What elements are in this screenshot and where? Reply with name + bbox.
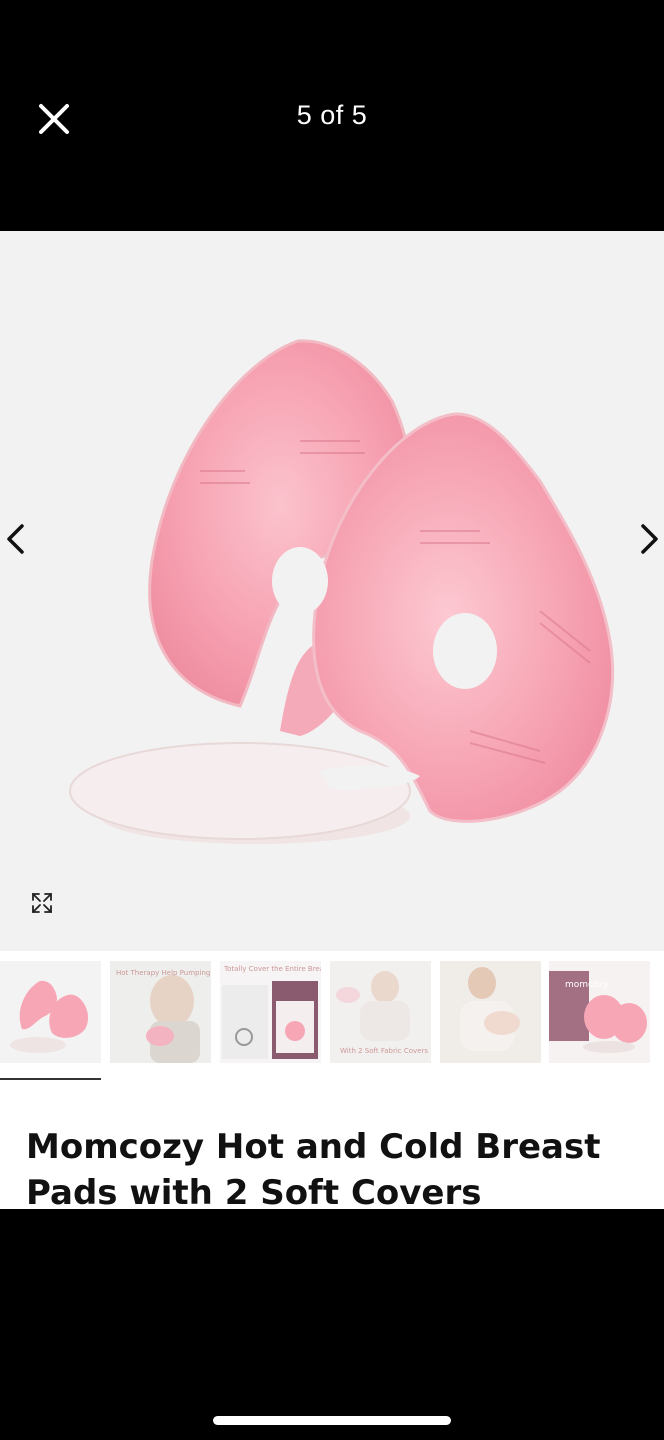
- thumbnail-pads-and-covers[interactable]: [0, 961, 101, 1063]
- thumbnail-momcozy-package[interactable]: momcozy: [549, 961, 650, 1063]
- viewer-header: 5 of 5: [0, 0, 664, 231]
- main-product-image[interactable]: [0, 231, 664, 951]
- home-indicator[interactable]: [213, 1416, 451, 1425]
- previous-image-button[interactable]: [0, 517, 33, 561]
- product-content: Hot Therapy Help Pumping Totally Cover t…: [0, 231, 664, 1209]
- next-image-button[interactable]: [632, 517, 664, 561]
- breast-pads-illustration: [69, 339, 614, 844]
- thumbnail-image: momcozy: [549, 961, 650, 1063]
- thumbnail-strip: Hot Therapy Help Pumping Totally Cover t…: [0, 961, 664, 1081]
- thumbnail-image: [10, 980, 89, 1053]
- chevron-left-icon: [7, 524, 24, 554]
- chevron-right-icon: [641, 524, 658, 554]
- expand-image-button[interactable]: [26, 887, 58, 919]
- thumbnail-image: [440, 961, 541, 1063]
- thumbnail-soft-fabric-covers[interactable]: With 2 Soft Fabric Covers: [330, 961, 431, 1063]
- thumbnail-mother-with-baby[interactable]: [440, 961, 541, 1063]
- expand-icon: [32, 893, 52, 913]
- thumbnail-image: Totally Cover the Entire Breast: [220, 961, 321, 1063]
- thumbnail-totally-cover-breast[interactable]: Totally Cover the Entire Breast: [220, 961, 321, 1063]
- product-title: Momcozy Hot and Cold Breast Pads with 2 …: [26, 1127, 601, 1209]
- svg-text:Totally Cover the Entire Breas: Totally Cover the Entire Breast: [223, 965, 321, 973]
- svg-text:Hot Therapy Help Pumping: Hot Therapy Help Pumping: [116, 969, 210, 977]
- image-counter: 5 of 5: [296, 100, 368, 130]
- svg-text:With 2 Soft Fabric Covers: With 2 Soft Fabric Covers: [340, 1047, 428, 1055]
- thumbnail-hot-therapy-pumping[interactable]: Hot Therapy Help Pumping: [110, 961, 211, 1063]
- thumbnail-image: Hot Therapy Help Pumping: [110, 961, 211, 1063]
- selected-thumbnail-indicator: [0, 1078, 101, 1080]
- svg-text:momcozy: momcozy: [565, 980, 609, 990]
- thumbnail-image: With 2 Soft Fabric Covers: [330, 961, 431, 1063]
